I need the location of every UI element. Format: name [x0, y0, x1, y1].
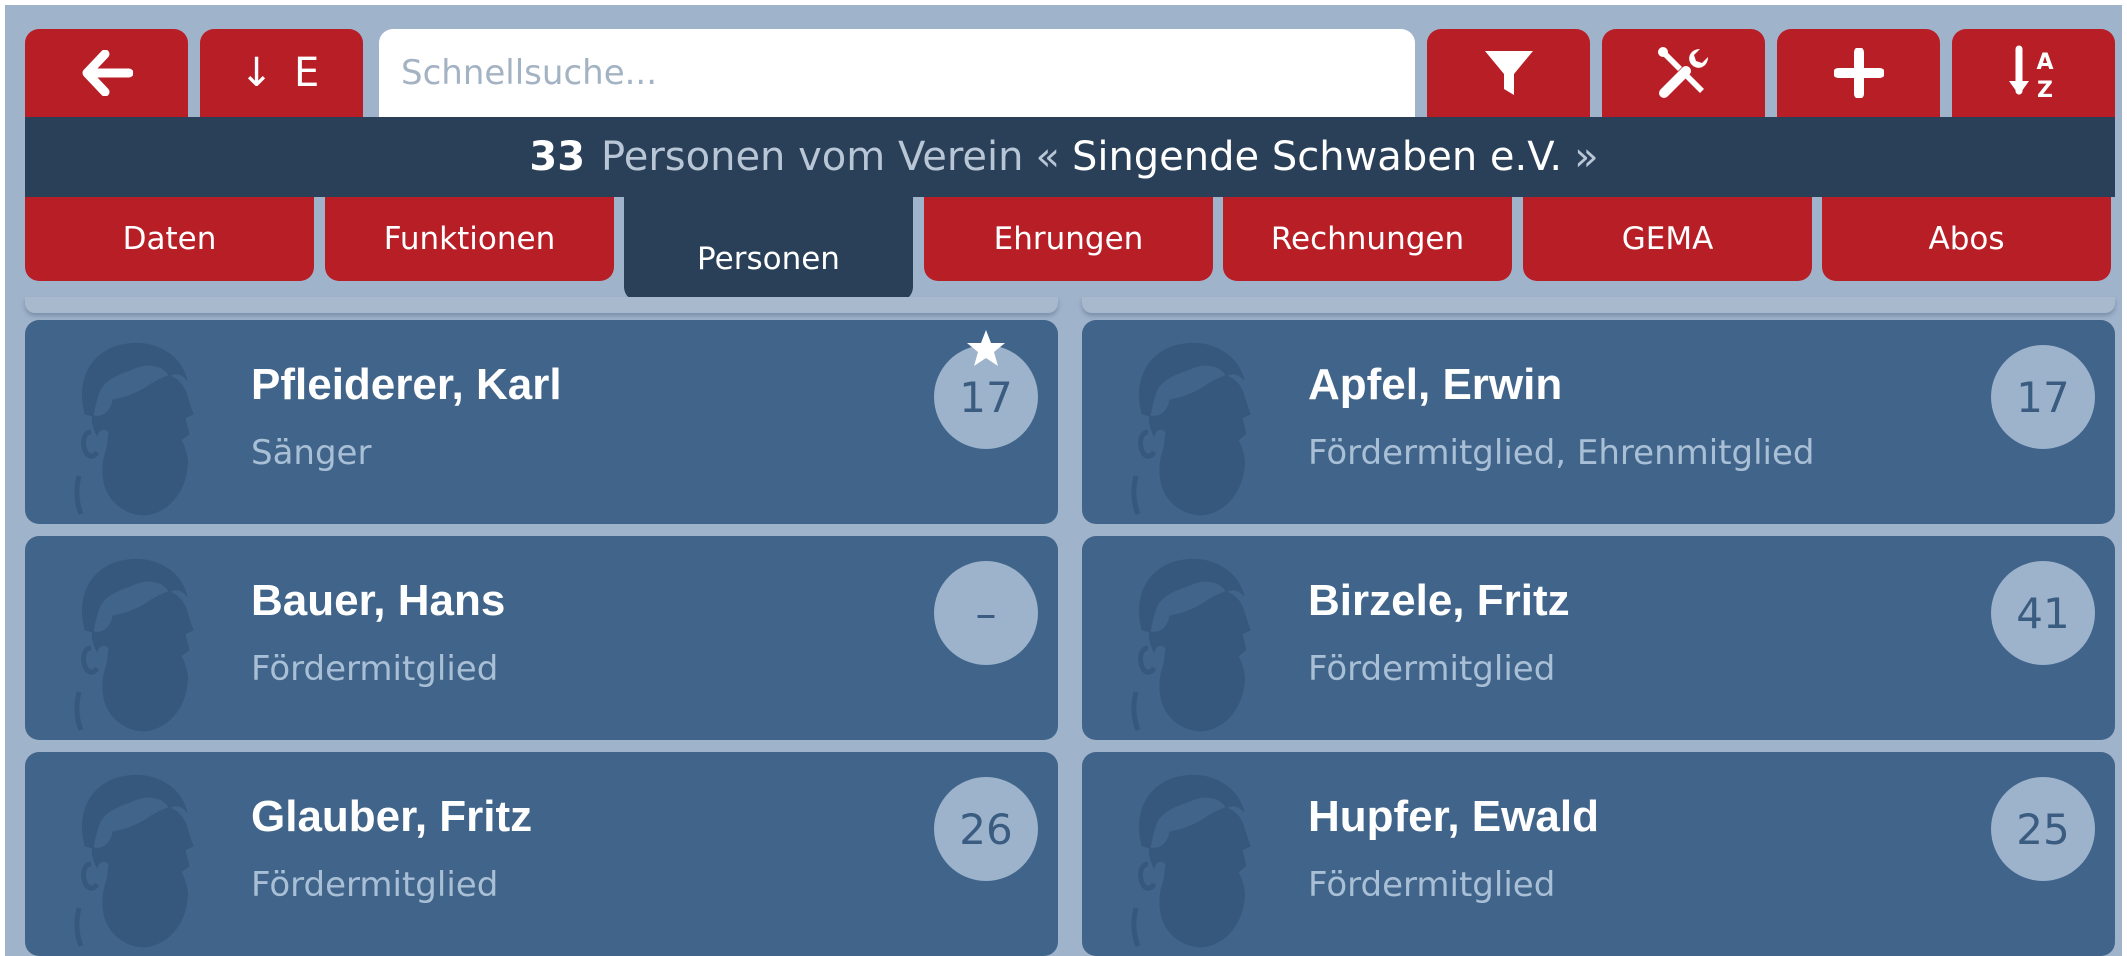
svg-text:Z: Z	[2037, 78, 2053, 101]
person-count: 33	[529, 134, 586, 180]
tab-bar: Daten Funktionen Personen Ehrungen Rechn…	[25, 197, 2115, 301]
tab-abos[interactable]: Abos	[1822, 197, 2111, 281]
tab-gema[interactable]: GEMA	[1523, 197, 1812, 281]
person-card[interactable]: Hupfer, Ewald Fördermitglied 25	[1082, 752, 2115, 956]
sort-e-label: ↓ E	[239, 50, 324, 96]
person-role: Fördermitglied, Ehrenmitglied	[1308, 433, 1815, 473]
star-icon	[967, 330, 1005, 366]
club-name: Singende Schwaben e.V.	[1071, 134, 1563, 180]
person-name: Glauber, Fritz	[251, 792, 533, 841]
list-top-edge-right	[1082, 297, 2115, 313]
avatar-icon	[1122, 768, 1262, 948]
person-role: Fördermitglied	[1308, 649, 1556, 689]
person-card[interactable]: Bauer, Hans Fördermitglied –	[25, 536, 1058, 740]
filter-button[interactable]	[1427, 29, 1590, 117]
tab-funktionen[interactable]: Funktionen	[325, 197, 614, 281]
avatar-icon	[65, 768, 205, 948]
count-badge: 17	[1991, 345, 2095, 449]
svg-text:A: A	[2036, 50, 2053, 75]
filter-icon	[1484, 51, 1533, 95]
person-card[interactable]: Birzele, Fritz Fördermitglied 41	[1082, 536, 2115, 740]
person-role: Sänger	[251, 433, 372, 473]
avatar-icon	[65, 336, 205, 516]
person-card[interactable]: Glauber, Fritz Fördermitglied 26	[25, 752, 1058, 956]
count-badge: 41	[1991, 561, 2095, 665]
sort-e-button[interactable]: ↓ E	[200, 29, 363, 117]
tools-icon	[1657, 47, 1708, 98]
person-role: Fördermitglied	[1308, 865, 1556, 905]
title-text: Personen vom Verein	[601, 134, 1024, 180]
tab-daten[interactable]: Daten	[25, 197, 314, 281]
person-name: Bauer, Hans	[251, 576, 506, 625]
avatar-icon	[1122, 336, 1262, 516]
person-card[interactable]: Apfel, Erwin Fördermitglied, Ehrenmitgli…	[1082, 320, 2115, 524]
toolbar: ↓ E A Z	[25, 29, 2115, 117]
person-name: Apfel, Erwin	[1308, 360, 1563, 409]
count-badge: –	[934, 561, 1038, 665]
person-role: Fördermitglied	[251, 865, 499, 905]
person-name: Birzele, Fritz	[1308, 576, 1570, 625]
search-input[interactable]	[379, 29, 1415, 117]
count-badge: 26	[934, 777, 1038, 881]
avatar-icon	[1122, 552, 1262, 732]
page-title: 33 Personen vom Verein « Singende Schwab…	[25, 117, 2115, 197]
sort-az-button[interactable]: A Z	[1952, 29, 2115, 117]
person-name: Pfleiderer, Karl	[251, 360, 562, 409]
app-frame: ↓ E A Z	[5, 5, 2122, 956]
tools-button[interactable]	[1602, 29, 1765, 117]
open-quote: «	[1035, 134, 1060, 180]
avatar-icon	[65, 552, 205, 732]
tab-personen[interactable]: Personen	[624, 197, 913, 301]
add-button[interactable]	[1777, 29, 1940, 117]
list-top-edge-left	[25, 297, 1058, 313]
plus-icon	[1833, 48, 1884, 98]
person-name: Hupfer, Ewald	[1308, 792, 1599, 841]
tab-rechnungen[interactable]: Rechnungen	[1223, 197, 1512, 281]
tab-ehrungen[interactable]: Ehrungen	[924, 197, 1213, 281]
person-card[interactable]: Pfleiderer, Karl Sänger 17	[25, 320, 1058, 524]
sort-alpha-icon: A Z	[2008, 45, 2053, 101]
person-role: Fördermitglied	[251, 649, 499, 689]
arrow-left-icon	[82, 50, 133, 96]
back-button[interactable]	[25, 29, 188, 117]
close-quote: »	[1574, 134, 1599, 180]
count-badge: 25	[1991, 777, 2095, 881]
